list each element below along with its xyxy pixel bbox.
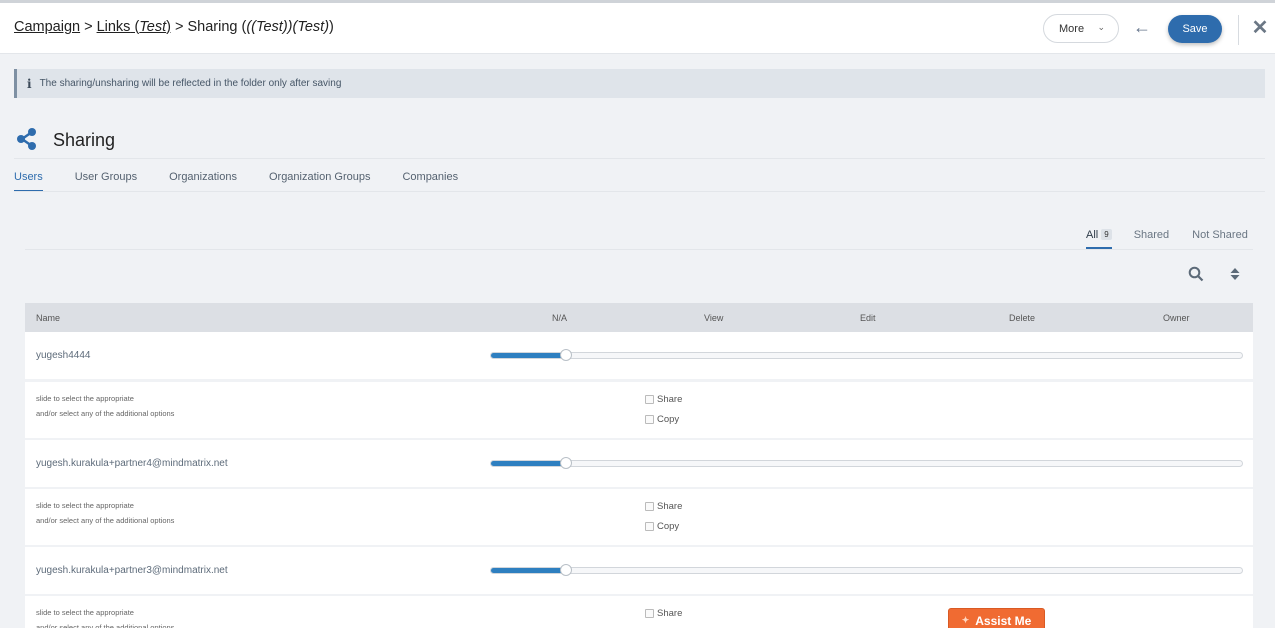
breadcrumb: Campaign > Links (Test) > Sharing (((Test))(… [14,19,334,35]
checkbox-box[interactable] [645,502,654,511]
filter-all[interactable]: All 9 [1086,229,1112,249]
header-divider [1238,15,1239,45]
top-bar: Campaign > Links (Test) > Sharing (((Test))(… [0,0,1275,54]
filter-not-shared[interactable]: Not Shared [1192,229,1248,249]
copy-label: Copy [657,521,680,532]
info-message: The sharing/unsharing will be reflected … [39,78,342,89]
table-row-options: slide to select the appropriate and/or s… [25,489,1253,545]
divider [14,191,1265,192]
slider-handle[interactable] [560,564,572,576]
column-owner: Owner [1163,313,1190,323]
user-name: yugesh4444 [36,350,91,361]
share-label: Share [657,608,683,619]
breadcrumb-sharing-tag: ((Test))(Test) [246,19,330,35]
page-title: Sharing [53,130,116,150]
breadcrumb-campaign[interactable]: Campaign [14,19,80,35]
permission-slider[interactable] [490,457,1243,469]
slider-hint: and/or select any of the additional opti… [36,623,175,628]
table-row: yugesh.kurakula+partner3@mindmatrix.net [25,547,1253,594]
column-na: N/A [552,313,568,323]
slider-fill [491,353,566,358]
share-icon [17,128,36,150]
tab-organizations[interactable]: Organizations [169,171,237,192]
share-filter-tabs: All 9 Shared Not Shared [1086,229,1248,249]
table-row: yugesh.kurakula+partner4@mindmatrix.net [25,440,1253,487]
info-icon: i [27,76,32,91]
breadcrumb-links-tag: Test [139,19,167,35]
share-label: Share [657,501,683,512]
breadcrumb-sharing-label: Sharing [187,19,238,35]
share-checkbox[interactable]: Share [645,501,682,512]
slider-fill [491,461,566,466]
chevron-down-icon: ⌄ [1097,22,1105,32]
filter-all-count: 9 [1101,229,1112,240]
breadcrumb-links[interactable]: Links (Test) [97,19,171,35]
slider-hint: and/or select any of the additional opti… [36,516,175,525]
divider [25,249,1253,250]
copy-label: Copy [657,414,680,425]
column-view: View [704,313,724,323]
copy-checkbox[interactable]: Copy [645,521,679,532]
slider-hint: slide to select the appropriate [36,394,134,403]
user-name: yugesh.kurakula+partner4@mindmatrix.net [36,458,228,469]
slider-handle[interactable] [560,457,572,469]
tab-companies[interactable]: Companies [402,171,458,192]
slider-handle[interactable] [560,349,572,361]
assist-me-button[interactable]: ✦ Assist Me [948,608,1045,628]
breadcrumb-separator: > [84,19,93,35]
save-button[interactable]: Save [1168,15,1222,43]
column-name: Name [36,313,61,323]
share-checkbox[interactable]: Share [645,394,682,405]
breadcrumb-separator: > [175,19,184,35]
share-checkbox[interactable]: Share [645,608,682,619]
table-header: Name N/A View Edit Delete Owner [25,303,1253,332]
user-name: yugesh.kurakula+partner3@mindmatrix.net [36,565,228,576]
slider-hint: and/or select any of the additional opti… [36,409,175,418]
column-edit: Edit [860,313,876,323]
table-row-options: slide to select the appropriate and/or s… [25,596,1253,628]
share-label: Share [657,394,683,405]
more-button-label: More [1059,22,1085,35]
filter-all-label: All [1086,229,1099,241]
back-arrow-icon[interactable]: ← [1132,15,1152,39]
breadcrumb-links-label: Links [96,19,131,35]
info-banner: i The sharing/unsharing will be reflecte… [14,69,1265,98]
more-button[interactable]: More ⌄ [1043,14,1119,43]
checkbox-box[interactable] [645,415,654,424]
table-row: yugesh4444 [25,332,1253,379]
tab-organization-groups[interactable]: Organization Groups [269,171,371,192]
search-icon[interactable] [1188,266,1204,282]
close-icon[interactable]: ✕ [1250,15,1270,41]
checkbox-box[interactable] [645,522,654,531]
sharing-tabs: Users User Groups Organizations Organiza… [14,171,490,192]
checkbox-box[interactable] [645,395,654,404]
column-delete: Delete [1009,313,1036,323]
copy-checkbox[interactable]: Copy [645,414,679,425]
permission-slider[interactable] [490,564,1243,576]
sparkle-icon: ✦ [961,615,970,625]
breadcrumb-sharing: Sharing (((Test))(Test)) [187,19,334,35]
table-row-options: slide to select the appropriate and/or s… [25,382,1253,438]
tab-users[interactable]: Users [14,171,43,192]
divider [14,158,1265,159]
assist-me-label: Assist Me [975,613,1032,628]
filter-shared[interactable]: Shared [1134,229,1169,249]
sort-icon[interactable] [1229,266,1241,282]
tab-user-groups[interactable]: User Groups [75,171,137,192]
slider-hint: slide to select the appropriate [36,608,134,617]
slider-fill [491,568,566,573]
checkbox-box[interactable] [645,609,654,618]
permission-slider[interactable] [490,349,1243,361]
slider-hint: slide to select the appropriate [36,501,134,510]
